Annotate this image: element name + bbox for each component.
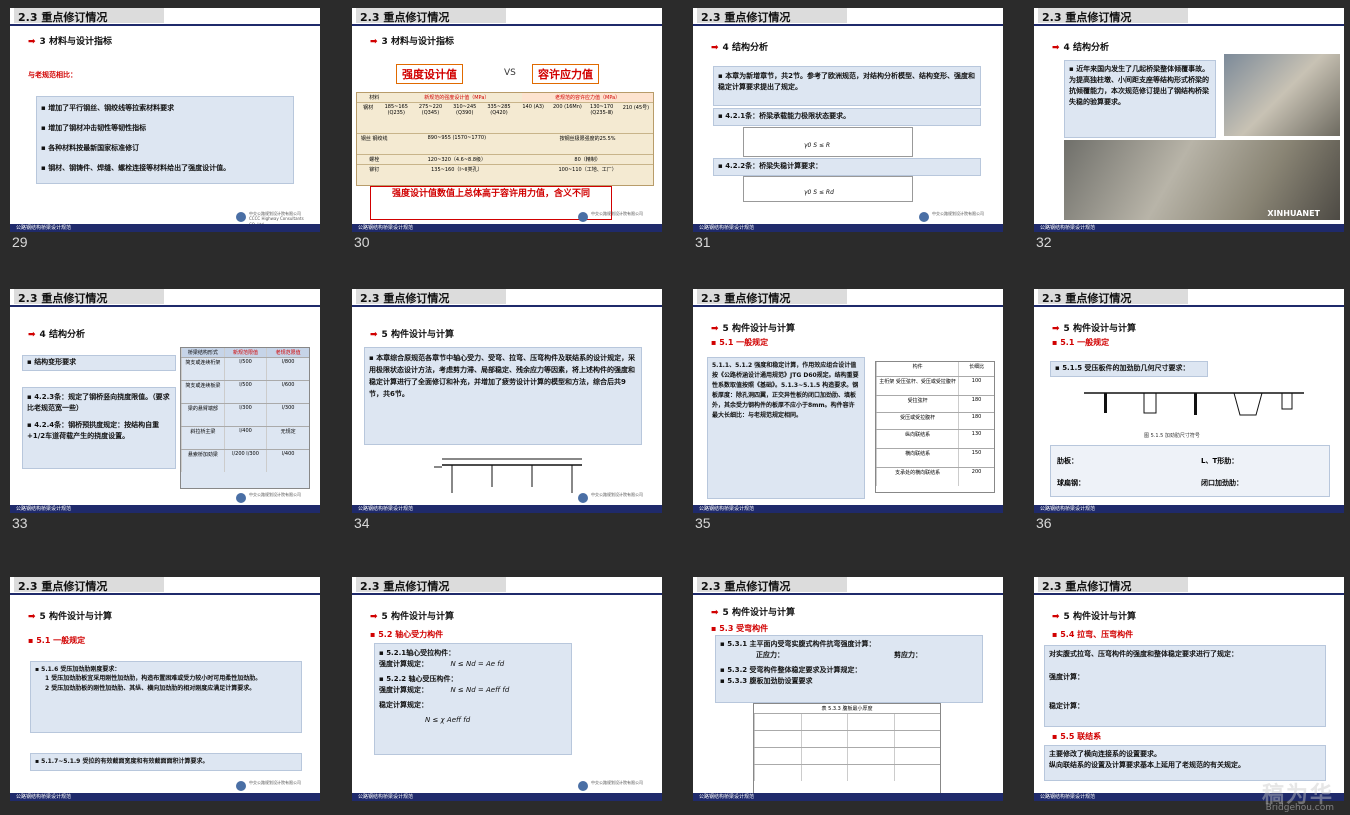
- section-heading: ➡ 3 材料与设计指标: [28, 37, 112, 47]
- slide-thumb-34[interactable]: 2.3 重点修订情况 ➡ 5 构件设计与计算 ▪ 本章综合原规范各章节中轴心受力、…: [352, 289, 662, 531]
- slide-36: 2.3 重点修订情况 ➡ 5 构件设计与计算 ▪ 5.1 一般规定 ▪ 5.1.5…: [1034, 289, 1344, 513]
- slide-thumb-32[interactable]: 2.3 重点修订情况 ➡ 4 结构分析 ▪ 近年来国内发生了几起桥梁整体倾覆事故。…: [1034, 8, 1344, 250]
- web-thickness-table: 表 5.3.3 腹板最小厚度: [753, 703, 941, 795]
- slide-number: 29: [12, 234, 28, 250]
- right-pill: 容许应力值: [532, 64, 599, 84]
- slide-title: 2.3 重点修订情况: [18, 11, 108, 24]
- slide-thumb-29[interactable]: 2.3 重点修订情况 ➡ 3 材料与设计指标 与老规范相比： ▪ 增加了平行钢丝、…: [10, 8, 320, 250]
- company-logo-icon: [919, 212, 929, 222]
- slide-32: 2.3 重点修订情况 ➡ 4 结构分析 ▪ 近年来国内发生了几起桥梁整体倾覆事故。…: [1034, 8, 1344, 232]
- slide-thumb-40[interactable]: 2.3 重点修订情况 ➡ 5 构件设计与计算 ▪ 5.4 拉弯、压弯构件 对实腹式…: [1034, 577, 1344, 815]
- frame-diagram: [434, 458, 582, 493]
- slide-33: 2.3 重点修订情况 ➡ 4 结构分析 ▪ 结构变形要求 ▪ 4.2.3条：规定了…: [10, 289, 320, 513]
- company-logo-icon: [236, 493, 246, 503]
- slide-38: 2.3 重点修订情况 ➡ 5 构件设计与计算 ▪ 5.2 轴心受力构件 ▪ 5.2…: [352, 577, 662, 801]
- stiffener-diagram: [1084, 392, 1304, 416]
- slide-thumb-33[interactable]: 2.3 重点修订情况 ➡ 4 结构分析 ▪ 结构变形要求 ▪ 4.2.3条：规定了…: [10, 289, 320, 531]
- slide-thumb-35[interactable]: 2.3 重点修订情况 ➡ 5 构件设计与计算 ▪ 5.1 一般规定 5.1.1、5…: [693, 289, 1003, 531]
- slide-thumb-37[interactable]: 2.3 重点修订情况 ➡ 5 构件设计与计算 ▪ 5.1 一般规定 ▪ 5.1.6…: [10, 577, 320, 815]
- company-logo-icon: [236, 212, 246, 222]
- slide-29: 2.3 重点修订情况 ➡ 3 材料与设计指标 与老规范相比： ▪ 增加了平行钢丝、…: [10, 8, 320, 232]
- slide-34: 2.3 重点修订情况 ➡ 5 构件设计与计算 ▪ 本章综合原规范各章节中轴心受力、…: [352, 289, 662, 513]
- bullet-box: ▪ 增加了平行钢丝、钢绞线等拉索材料要求 ▪ 增加了钢材冲击韧性等韧性指标 ▪ …: [36, 96, 294, 184]
- company-logo-icon: [578, 212, 588, 222]
- left-pill: 强度设计值: [396, 64, 463, 84]
- subheading: 与老规范相比：: [28, 71, 77, 79]
- company-logo-icon: [236, 781, 246, 791]
- slide-37: 2.3 重点修订情况 ➡ 5 构件设计与计算 ▪ 5.1 一般规定 ▪ 5.1.6…: [10, 577, 320, 801]
- bridge-photo-1: [1224, 54, 1340, 136]
- slide-30: 2.3 重点修订情况 ➡ 3 材料与设计指标 强度设计值 VS 容许应力值 材料新…: [352, 8, 662, 232]
- company-logo-icon: [578, 781, 588, 791]
- bridge-photo-2: XINHUANET: [1064, 140, 1340, 220]
- slide-thumb-36[interactable]: 2.3 重点修订情况 ➡ 5 构件设计与计算 ▪ 5.1 一般规定 ▪ 5.1.5…: [1034, 289, 1344, 531]
- slide-39: 2.3 重点修订情况 ➡ 5 构件设计与计算 ▪ 5.3 受弯构件 ▪ 5.3.1…: [693, 577, 1003, 801]
- slide-thumb-38[interactable]: 2.3 重点修订情况 ➡ 5 构件设计与计算 ▪ 5.2 轴心受力构件 ▪ 5.2…: [352, 577, 662, 815]
- comparison-table: 材料 新规范的强度设计值（MPa） 老规范的容许应力值（MPa） 钢材 185~165…: [356, 92, 654, 186]
- slide-31: 2.3 重点修订情况 ➡ 4 结构分析 ▪ 本章为新增章节，共2节。参考了欧洲规范…: [693, 8, 1003, 232]
- company-logo-icon: [578, 493, 588, 503]
- slide-40: 2.3 重点修订情况 ➡ 5 构件设计与计算 ▪ 5.4 拉弯、压弯构件 对实腹式…: [1034, 577, 1344, 801]
- slide-thumb-30[interactable]: 2.3 重点修订情况 ➡ 3 材料与设计指标 强度设计值 VS 容许应力值 材料新…: [352, 8, 662, 250]
- intro-box: ▪ 本章为新增章节，共2节。参考了欧洲规范，对结构分析模型、结构变形、强度和稳定…: [713, 66, 981, 106]
- slide-thumb-39[interactable]: 2.3 重点修订情况 ➡ 5 构件设计与计算 ▪ 5.3 受弯构件 ▪ 5.3.1…: [693, 577, 1003, 815]
- slide-35: 2.3 重点修订情况 ➡ 5 构件设计与计算 ▪ 5.1 一般规定 5.1.1、5…: [693, 289, 1003, 513]
- red-note: 强度设计值数值上总体高于容许用力值，含义不同: [370, 186, 612, 220]
- deflection-table: 桥梁结构形式 新规范限值 老规范限值 简支或连续桁架 l/500 l/800 简支或连续…: [180, 347, 310, 489]
- slenderness-table: 构件 长细比 主桁架 受压弦杆、受压或受拉腹杆 100 受拉弦杆 180 受压或受拉腹…: [875, 361, 995, 493]
- slide-thumb-31[interactable]: 2.3 重点修订情况 ➡ 4 结构分析 ▪ 本章为新增章节，共2节。参考了欧洲规范…: [693, 8, 1003, 250]
